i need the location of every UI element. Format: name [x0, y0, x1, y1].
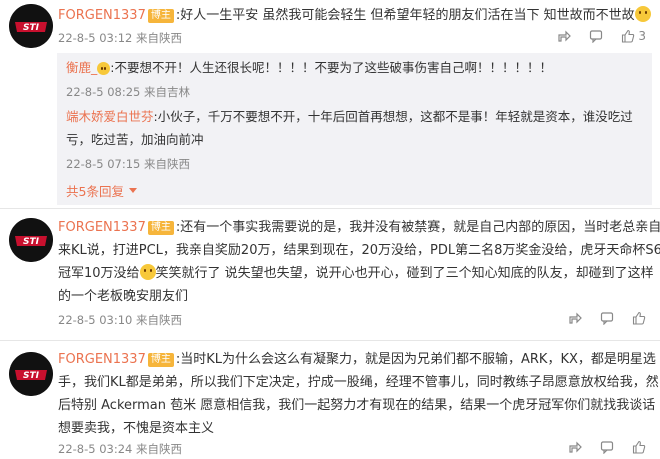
sti-logo-icon: STI — [9, 352, 53, 396]
thumbs-up-icon — [622, 29, 635, 43]
author-name[interactable]: FORGEN1337 — [58, 352, 146, 367]
svg-text:STI: STI — [23, 237, 40, 247]
comment-icon[interactable] — [600, 311, 614, 325]
reply-meta: 22-8-5 08:25 来自吉林 — [66, 85, 191, 99]
sti-logo-icon: STI — [9, 4, 53, 48]
comment-3: STI FORGEN1337 博主:当时KL为什么会这么有凝聚力，就是因为兄弟们都… — [0, 344, 660, 459]
more-replies-label[interactable]: 共5条回复 — [66, 184, 124, 199]
reply-author[interactable]: 衡鹿_ — [66, 60, 97, 75]
author-name[interactable]: FORGEN1337 — [58, 8, 146, 23]
comment-actions — [568, 311, 646, 325]
reply-body: :不要想不开！人生还很长呢！！！！不要为了这些破事伤害自己啊！！！！！！ — [110, 60, 552, 75]
comment-line: 冠军10万没给 笑笑就行了 说失望也失望，说开心也开心，碰到了三个知心知底的队友，… — [58, 262, 654, 285]
comment-actions: 3 — [557, 29, 646, 43]
blogger-badge: 博主 — [147, 353, 174, 367]
divider — [0, 340, 660, 341]
emoji-icon — [97, 62, 111, 75]
reply-meta: 22-8-5 07:15 来自陕西 — [66, 157, 191, 171]
comment-line: 后特别 Ackerman 苞米 愿意相信我，我们一起努力才有现在的结果，结果一个… — [58, 398, 656, 413]
comment-line-part: 冠军10万没给 — [58, 266, 140, 281]
comment-2: STI FORGEN1337 博主:还有一个事实我需要说的是，我并没有被禁赛，就是… — [0, 212, 660, 337]
sti-logo-icon: STI — [9, 218, 53, 262]
like-button[interactable]: 3 — [621, 29, 646, 43]
reply-author[interactable]: 端木娇爱白世芬 — [66, 109, 154, 124]
comment-line: 来KL说，打进PCL，我亲自奖励20万，结果到现在，20万没给，PDL第二名8万… — [58, 243, 660, 258]
emoji-icon — [139, 264, 156, 280]
author-name[interactable]: FORGEN1337 — [58, 220, 146, 235]
thumbs-up-icon — [632, 440, 646, 454]
reply-2: 端木娇爱白世芬:小伙子，千万不要想不开，十年后回首再想想，这都不是事！年轻就是资… — [66, 106, 633, 127]
blogger-badge: 博主 — [147, 221, 174, 235]
comment-meta: 22-8-5 03:10 来自陕西 — [58, 313, 183, 327]
comment-text: FORGEN1337 博主:好人一生平安 虽然我可能会轻生 但希望年轻的朋友们活在… — [58, 4, 651, 27]
avatar[interactable]: STI — [9, 352, 53, 396]
weibo-comment-list: STI FORGEN1337 博主:好人一生平安 虽然我可能会轻生 但希望年轻的朋… — [0, 0, 660, 459]
chevron-down-icon — [128, 188, 137, 193]
svg-text:STI: STI — [23, 23, 40, 33]
reply-body: :小伙子，千万不要想不开，十年后回首再想想，这都不是事！年轻就是资本，谁没吃过 — [153, 109, 633, 124]
reply-list: 衡鹿_:不要想不开！人生还很长呢！！！！不要为了这些破事伤害自己啊！！！！！！ … — [57, 53, 652, 205]
comment-line: 想要卖我，不愧是资本主义 — [58, 421, 215, 436]
comment-actions — [568, 440, 646, 454]
share-icon[interactable] — [568, 311, 582, 325]
comment-icon[interactable] — [589, 29, 603, 43]
reply-1: 衡鹿_ :不要想不开！人生还很长呢！！！！不要为了这些破事伤害自己啊！！！！！！ — [66, 57, 552, 78]
comment-line: 手，我们KL都是弟弟，所以我们下定决定，拧成一股绳，经理不管事儿，同时教练子昂愿… — [58, 375, 659, 390]
thumbs-up-icon — [632, 311, 646, 325]
avatar[interactable]: STI — [9, 218, 53, 262]
comment-meta: 22-8-5 03:12 来自陕西 — [58, 31, 183, 45]
comment-line-part: 笑笑就行了 说失望也失望，说开心也开心，碰到了三个知心知底的队友，却碰到了这样 — [155, 266, 654, 281]
svg-text:STI: STI — [23, 371, 40, 381]
comment-body: :还有一个事实我需要说的是，我并没有被禁赛，就是自己内部的原因，当时老总亲自 — [175, 220, 660, 235]
blogger-badge: 博主 — [147, 9, 174, 23]
comment-line: 的一个老板晚安朋友们 — [58, 289, 189, 304]
comment-1: STI FORGEN1337 博主:好人一生平安 虽然我可能会轻生 但希望年轻的朋… — [0, 0, 660, 205]
comment-body: :好人一生平安 虽然我可能会轻生 但希望年轻的朋友们活在当下 知世故而不世故 — [175, 8, 635, 23]
comment-meta: 22-8-5 03:24 来自陕西 — [58, 442, 183, 456]
comment-text: FORGEN1337 博主:当时KL为什么会这么有凝聚力，就是因为兄弟们都不服输，… — [58, 348, 656, 371]
share-icon[interactable] — [568, 440, 582, 454]
like-count: 3 — [638, 29, 646, 43]
divider — [0, 208, 660, 209]
like-button[interactable] — [632, 440, 646, 454]
avatar[interactable]: STI — [9, 4, 53, 48]
emoji-icon — [634, 6, 651, 22]
like-button[interactable] — [632, 311, 646, 325]
share-icon[interactable] — [557, 29, 572, 43]
comment-body: :当时KL为什么会这么有凝聚力，就是因为兄弟们都不服输，ARK，KX，都是明星选 — [175, 352, 656, 367]
reply-2-cont: 亏，吃过苦，加油向前冲 — [66, 132, 204, 147]
comment-icon[interactable] — [600, 440, 614, 454]
comment-text: FORGEN1337 博主:还有一个事实我需要说的是，我并没有被禁赛，就是自己内部… — [58, 216, 660, 239]
more-replies-link[interactable]: 共5条回复 — [66, 181, 138, 200]
